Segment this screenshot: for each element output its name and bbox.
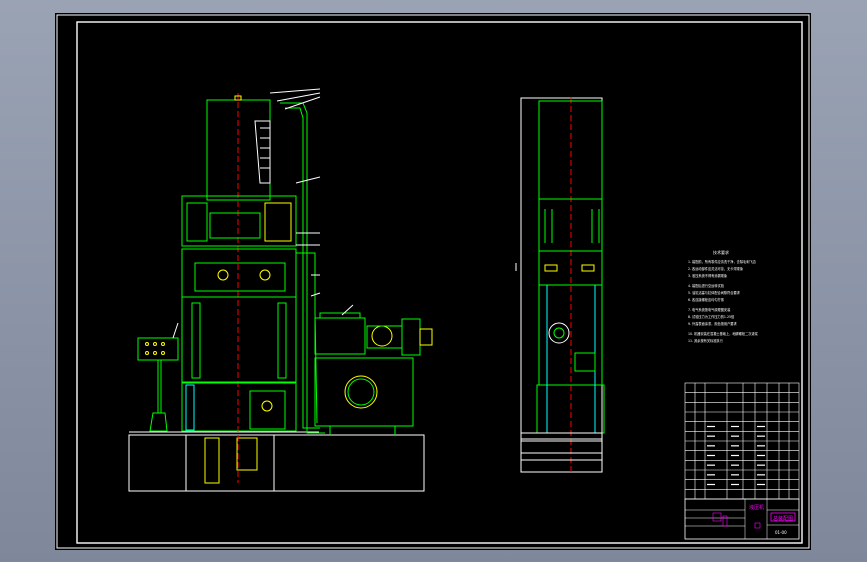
drawing-sheet[interactable]: 技术要求 1. 装配前，所有零件应清洗干净，去除毛刺飞边 2. 各运动部件应灵活可… [55,13,811,550]
drawing-number: 01-00 [775,530,787,535]
technical-notes: 技术要求 1. 装配前，所有零件应清洗干净，去除毛刺飞边 2. 各运动部件应灵活可… [688,249,759,343]
drawing-svg: 技术要求 1. 装配前，所有零件应清洗干净，去除毛刺飞边 2. 各运动部件应灵活可… [56,14,810,549]
note-line: 5. 油缸活塞与缸体配合间隙符合要求 [688,290,741,295]
title-magenta: 液压机 [749,504,764,511]
side-view [515,97,605,473]
note-line: 10. 机器安装在混凝土基础上，地脚螺栓二次灌浆 [688,331,759,336]
note-line: 7. 电气系统按电气原理图安装 [688,307,731,312]
note-line: 4. 装配后进行空运转试验 [688,283,725,288]
title-block: 液压机 总装配图 01-00 [684,498,800,540]
note-line: 1. 装配前，所有零件应清洗干净，去除毛刺飞边 [688,259,757,264]
note-line: 6. 各连接螺栓应均匀拧紧 [688,297,724,302]
notes-heading: 技术要求 [713,249,729,255]
front-view [128,88,433,492]
bom-table [684,382,800,500]
cad-viewport[interactable]: 技术要求 1. 装配前，所有零件应清洗干净，去除毛刺飞边 2. 各运动部件应灵活可… [0,0,867,562]
drawing-name: 总装配图 [773,515,793,522]
note-line: 8. 试验压力为工作压力的1.25倍 [688,314,735,319]
note-line: 9. 外露表面涂漆，颜色按用户要求 [688,321,737,326]
note-line: 2. 各运动部件应灵活可靠，无卡滞现象 [688,266,744,271]
outer-border [56,14,810,549]
note-line: 11. 其余按有关标准执行 [688,338,724,343]
notes-lines: 1. 装配前，所有零件应清洗干净，去除毛刺飞边 2. 各运动部件应灵活可靠，无卡滞… [688,259,759,343]
note-line: 3. 液压系统不得有渗漏现象 [688,273,728,278]
